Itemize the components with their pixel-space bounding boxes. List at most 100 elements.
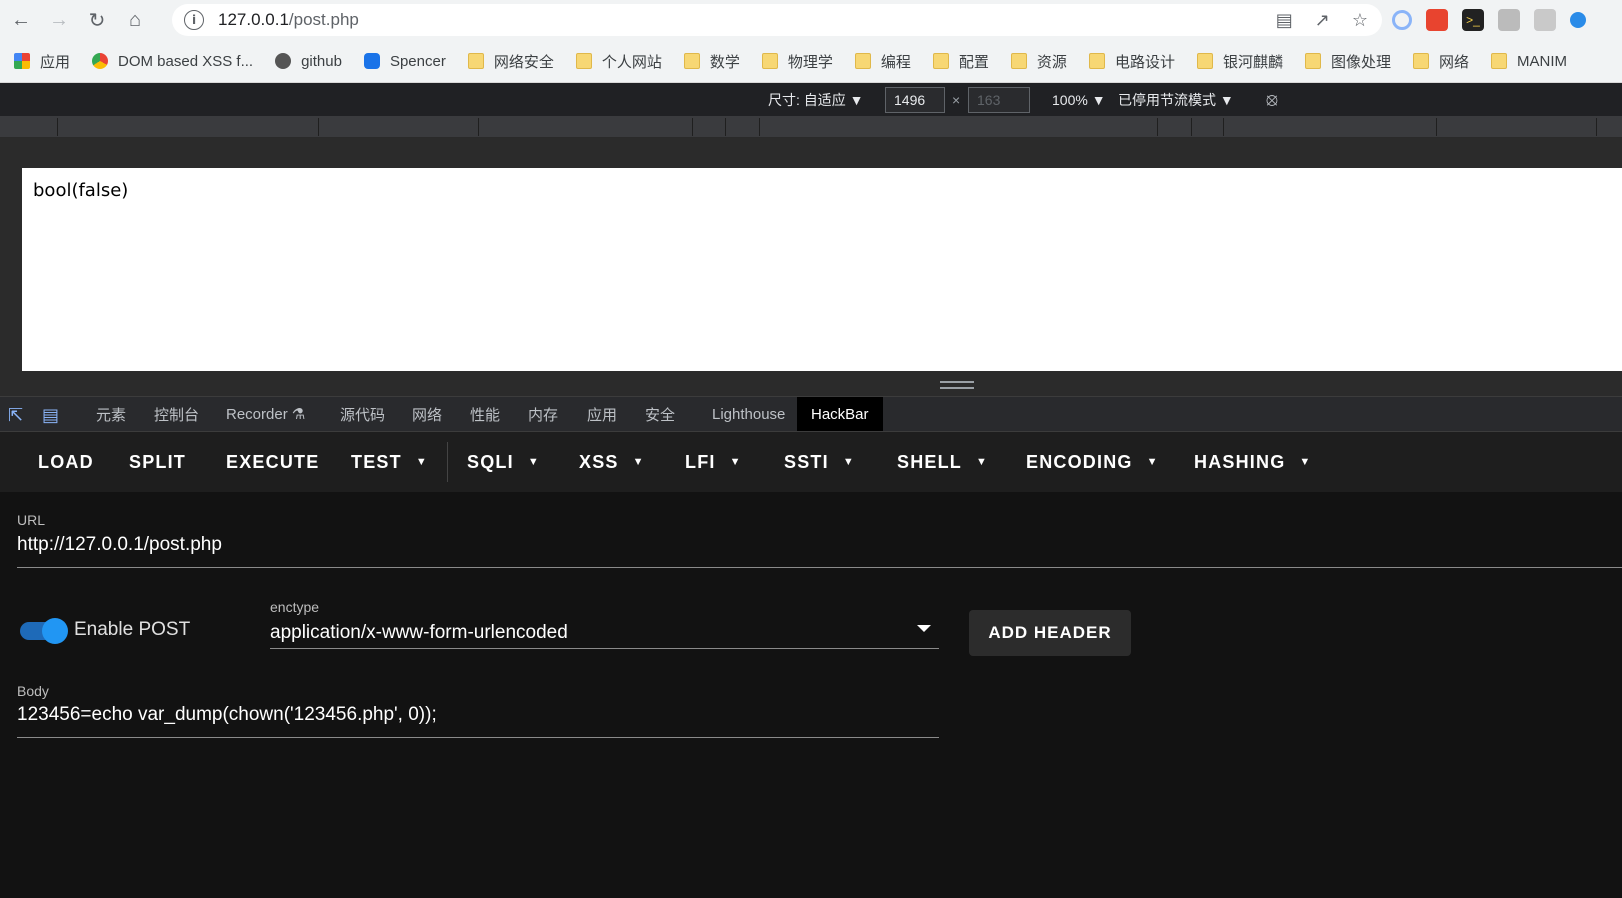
viewport-resize-handle[interactable] <box>940 381 974 389</box>
bookmark-label: 配置 <box>958 53 989 71</box>
bookmark-label: 网络安全 <box>493 53 554 71</box>
devtools-tab[interactable]: 安全 <box>631 397 689 431</box>
bookmark-label: 应用 <box>40 53 71 71</box>
browser-toolbar: ← → ↻ ⌂ i 127.0.0.1/post.php ▤ ↗ ☆ >_ <box>0 0 1622 40</box>
folder-icon <box>467 53 484 69</box>
devtools-tab[interactable]: 网络 <box>398 397 456 431</box>
folder-icon <box>854 53 871 69</box>
devtools-tab[interactable]: 内存 <box>514 397 572 431</box>
devtools-tab[interactable]: HackBar <box>797 397 883 431</box>
bookmarks-bar: 应用 DOM based XSS f... github Spencer 网络安全 个人网… <box>0 40 1622 83</box>
devtools-tab[interactable]: 性能 <box>456 397 514 431</box>
page-viewport: bool(false) <box>22 168 1622 371</box>
bookmark-item[interactable]: 网络安全 <box>467 51 554 72</box>
body-field[interactable]: 123456=echo var_dump(chown('123456.php',… <box>17 704 437 726</box>
folder-icon <box>575 53 592 69</box>
hackbar-ssti-button[interactable]: SSTI ▼ <box>784 432 855 492</box>
hackbar-load-button[interactable]: LOAD <box>38 432 94 492</box>
hackbar-button-label: XSS <box>579 451 619 472</box>
body-field-label: Body <box>17 683 49 699</box>
url-path: /post.php <box>288 10 359 29</box>
cloud-extension-icon[interactable] <box>1570 12 1586 28</box>
reload-icon[interactable]: ↻ <box>80 3 114 37</box>
bookmark-item[interactable]: 银河麒麟 <box>1196 51 1283 72</box>
enable-post-toggle[interactable] <box>20 618 68 644</box>
bookmark-item[interactable]: 配置 <box>932 51 989 72</box>
bookmark-item[interactable]: 电路设计 <box>1088 51 1175 72</box>
url-field[interactable]: http://127.0.0.1/post.php <box>17 534 222 556</box>
bookmark-item[interactable]: DOM based XSS f... <box>92 53 253 70</box>
devtools-tab[interactable]: 控制台 <box>140 397 213 431</box>
devtools-tab-label: Recorder <box>226 405 288 423</box>
devtools-tab[interactable]: 源代码 <box>326 397 399 431</box>
viewport-width-input[interactable]: 1496 <box>885 87 945 113</box>
bookmark-label: 网络 <box>1438 53 1469 71</box>
hackbar-split-button[interactable]: SPLIT <box>129 432 186 492</box>
bookmark-label: 物理学 <box>787 53 833 71</box>
extension-paused-icon[interactable] <box>1498 9 1520 31</box>
devtools-tab-label: Lighthouse <box>712 405 786 423</box>
folder-icon <box>1491 53 1507 69</box>
bookmark-label: 银河麒麟 <box>1222 53 1283 71</box>
zoom-dropdown[interactable]: 100% ▼ <box>1052 83 1106 116</box>
bookmark-item[interactable]: Spencer <box>363 52 446 70</box>
devtools-tab-label: 内存 <box>528 406 559 424</box>
device-mode-icon[interactable]: ▤ <box>42 405 62 425</box>
back-icon[interactable]: ← <box>4 3 38 37</box>
devtools-tab[interactable]: Recorder ⚗ <box>212 397 319 431</box>
bookmark-item[interactable]: 应用 <box>14 51 70 72</box>
devtools-tab[interactable]: 应用 <box>573 397 631 431</box>
add-header-button[interactable]: ADD HEADER <box>969 610 1131 656</box>
hackbar-lfi-button[interactable]: LFI ▼ <box>685 432 742 492</box>
hackbar-test-button[interactable]: TEST ▼ <box>351 432 428 492</box>
flask-icon: ⚗ <box>291 406 306 423</box>
throttle-dropdown[interactable]: 已停用节流模式 ▼ <box>1118 83 1234 116</box>
bookmark-star-icon[interactable]: ☆ <box>1352 10 1368 31</box>
hackbar-toolbar: LOAD SPLIT EXECUTE TEST ▼ SQLI ▼ XSS ▼ LFI ▼ SSTI ▼ S… <box>0 432 1622 492</box>
bookmark-item[interactable]: 资源 <box>1010 51 1067 72</box>
bookmark-item[interactable]: 网络 <box>1412 51 1469 72</box>
viewport-height-input[interactable]: 163 <box>968 87 1030 113</box>
enctype-dropdown-arrow-icon[interactable] <box>917 625 931 632</box>
bookmark-label: 数学 <box>709 53 740 71</box>
enctype-select[interactable]: application/x-www-form-urlencoded <box>270 622 568 644</box>
office-icon[interactable] <box>1426 9 1448 31</box>
bookmark-item[interactable]: github <box>275 53 342 70</box>
bookmark-item[interactable]: 编程 <box>854 51 911 72</box>
page-output-text: bool(false) <box>33 180 129 201</box>
folder-icon <box>683 53 700 69</box>
home-icon[interactable]: ⌂ <box>118 3 152 37</box>
extension-circle-icon[interactable] <box>1392 10 1412 30</box>
translate-icon[interactable]: ▤ <box>1276 10 1293 31</box>
caret-down-icon: ▼ <box>527 456 540 468</box>
dimensions-dropdown[interactable]: 尺寸: 自适应 ▼ <box>768 83 864 116</box>
hackbar-xss-button[interactable]: XSS ▼ <box>579 432 645 492</box>
rotate-icon[interactable]: ⦻ <box>1266 83 1278 116</box>
hackbar-shell-button[interactable]: SHELL ▼ <box>897 432 988 492</box>
bookmark-item[interactable]: MANIM <box>1491 53 1567 70</box>
hackbar-encoding-button[interactable]: ENCODING ▼ <box>1026 432 1159 492</box>
media-query-ruler <box>0 116 1622 138</box>
caret-down-icon: ▼ <box>1146 456 1159 468</box>
terminal-icon[interactable]: >_ <box>1462 9 1484 31</box>
bookmark-label: Spencer <box>389 52 446 70</box>
forward-icon[interactable]: → <box>42 3 76 37</box>
site-info-icon[interactable]: i <box>184 10 204 30</box>
share-icon[interactable]: ↗ <box>1315 10 1330 31</box>
bookmark-item[interactable]: 个人网站 <box>575 51 662 72</box>
inspect-element-icon[interactable]: ⇱ <box>8 405 28 425</box>
address-bar[interactable]: i 127.0.0.1/post.php ▤ ↗ ☆ <box>172 4 1382 36</box>
bookmark-item[interactable]: 数学 <box>683 51 740 72</box>
mail-extension-icon[interactable] <box>1534 9 1556 31</box>
devtools-tab-label: 控制台 <box>154 406 200 424</box>
hackbar-sqli-button[interactable]: SQLI ▼ <box>467 432 540 492</box>
address-url[interactable]: 127.0.0.1/post.php <box>218 10 359 30</box>
bookmark-item[interactable]: 物理学 <box>761 51 833 72</box>
devtools-tab-label: 应用 <box>587 406 618 424</box>
hackbar-execute-button[interactable]: EXECUTE <box>226 432 319 492</box>
devtools-tab[interactable]: 元素 <box>82 397 140 431</box>
enable-post-label: Enable POST <box>74 619 191 640</box>
bookmark-item[interactable]: 图像处理 <box>1304 51 1391 72</box>
hackbar-hashing-button[interactable]: HASHING ▼ <box>1194 432 1312 492</box>
devtools-tab[interactable]: Lighthouse <box>698 397 799 431</box>
